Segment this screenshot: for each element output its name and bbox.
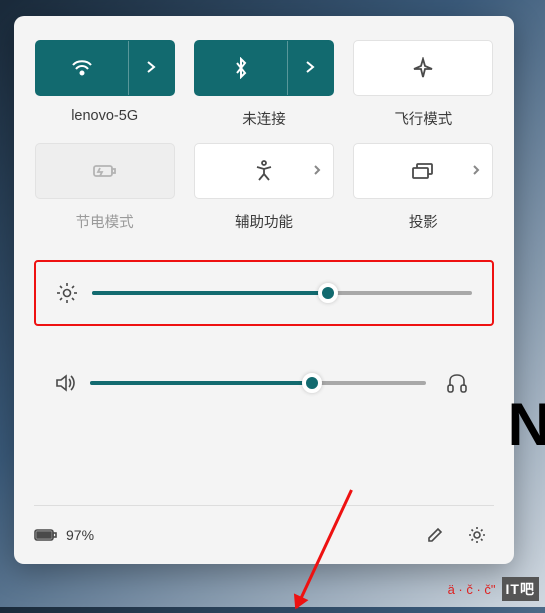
wifi-toggle[interactable] (36, 41, 128, 95)
settings-button[interactable] (460, 518, 494, 552)
volume-thumb[interactable] (302, 373, 322, 393)
chevron-right-icon (472, 164, 480, 179)
pencil-icon (426, 526, 444, 544)
bluetooth-tile-group: 未连接 (193, 40, 334, 129)
brightness-row (50, 282, 478, 304)
wifi-icon (71, 59, 93, 77)
battery-saver-icon (92, 163, 118, 179)
battery-saver-label: 节电模式 (76, 211, 134, 232)
wifi-expand[interactable] (128, 41, 174, 95)
quick-settings-panel: lenovo-5G 未连接 (14, 16, 514, 564)
wifi-tile[interactable] (35, 40, 175, 96)
bottom-bar: 97% (34, 505, 494, 552)
brightness-thumb[interactable] (318, 283, 338, 303)
airplane-tile[interactable] (353, 40, 493, 96)
airplane-tile-group: 飞行模式 (353, 40, 494, 129)
battery-percent[interactable]: 97% (66, 527, 94, 543)
accessibility-icon (254, 160, 274, 182)
chevron-right-icon (305, 60, 315, 77)
bluetooth-toggle[interactable] (195, 41, 287, 95)
bluetooth-expand[interactable] (287, 41, 333, 95)
watermark-logo: IT吧 (502, 577, 539, 601)
quick-tiles-grid: lenovo-5G 未连接 (34, 40, 494, 232)
bluetooth-label: 未连接 (242, 108, 286, 129)
battery-saver-tile-group: 节电模式 (34, 143, 175, 232)
brightness-highlight (34, 260, 494, 326)
edit-button[interactable] (418, 518, 452, 552)
volume-row (34, 366, 494, 400)
wifi-tile-group: lenovo-5G (34, 40, 175, 129)
brightness-fill (92, 291, 328, 295)
project-tile-group: 投影 (353, 143, 494, 232)
project-tile[interactable] (353, 143, 493, 199)
volume-slider[interactable] (90, 381, 426, 385)
airplane-icon (412, 57, 434, 79)
accessibility-label: 辅助功能 (235, 211, 293, 232)
gear-icon (467, 525, 487, 545)
volume-fill (90, 381, 312, 385)
bluetooth-tile[interactable] (194, 40, 334, 96)
accessibility-tile-group: 辅助功能 (193, 143, 334, 232)
wifi-label: lenovo-5G (71, 108, 138, 124)
accessibility-tile[interactable] (194, 143, 334, 199)
bluetooth-icon (234, 57, 248, 79)
battery-icon (34, 528, 58, 542)
watermark-accents: ä · č · č" (448, 582, 496, 597)
audio-output-button[interactable] (440, 366, 474, 400)
battery-saver-tile[interactable] (35, 143, 175, 199)
brightness-slider[interactable] (92, 291, 472, 295)
speaker-icon (54, 373, 76, 393)
airplane-label: 飞行模式 (394, 108, 452, 129)
project-icon (411, 162, 435, 180)
chevron-right-icon (146, 60, 156, 77)
background-letter: N (508, 390, 545, 459)
watermark: ä · č · č" IT吧 (448, 577, 539, 601)
brightness-icon (56, 282, 78, 304)
project-label: 投影 (409, 211, 438, 232)
chevron-right-icon (313, 164, 321, 179)
